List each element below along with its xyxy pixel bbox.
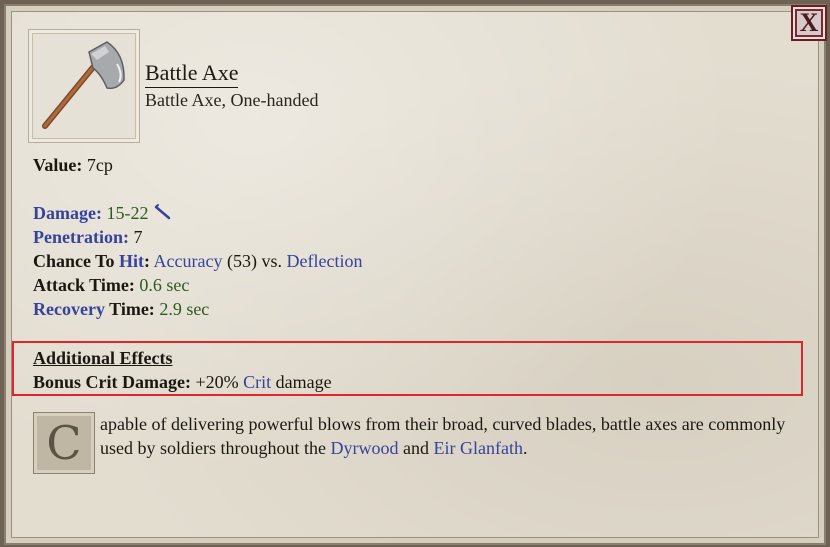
bonus-crit-label: Bonus Crit Damage: bbox=[33, 372, 191, 392]
item-type: Battle Axe, One-handed bbox=[145, 90, 319, 110]
penetration-value: 7 bbox=[133, 227, 143, 247]
battle-axe-icon bbox=[42, 41, 125, 129]
deflection-link[interactable]: Deflection bbox=[287, 251, 363, 271]
recovery-time-value: 2.9 sec bbox=[159, 299, 210, 319]
hit-link[interactable]: Hit bbox=[119, 251, 144, 271]
accuracy-value: (53) bbox=[227, 251, 257, 271]
slash-icon bbox=[154, 204, 171, 220]
item-icon-frame bbox=[28, 29, 140, 143]
eir-glanfath-link[interactable]: Eir Glanfath bbox=[433, 438, 522, 458]
recovery-time-row: Recovery Time: 2.9 sec bbox=[33, 299, 209, 320]
recovery-link[interactable]: Recovery bbox=[33, 299, 105, 319]
close-button[interactable]: X bbox=[791, 5, 827, 41]
damage-row: Damage: 15-22 bbox=[33, 203, 173, 224]
value-row: Value: 7cp bbox=[33, 155, 113, 176]
close-icon: X bbox=[799, 8, 819, 37]
penetration-label[interactable]: Penetration: bbox=[33, 227, 129, 247]
damage-value: 15-22 bbox=[106, 203, 149, 223]
chance-label-colon: : bbox=[144, 251, 151, 271]
value-text: 7cp bbox=[86, 155, 113, 175]
item-description: apable of delivering powerful blows from… bbox=[100, 412, 800, 460]
value-label: Value: bbox=[33, 155, 83, 175]
bonus-crit-row: Bonus Crit Damage: +20% Crit damage bbox=[33, 372, 332, 393]
description-text-3: . bbox=[522, 438, 528, 458]
description-text-2: and bbox=[398, 438, 434, 458]
attack-time-row: Attack Time: 0.6 sec bbox=[33, 275, 189, 296]
additional-effects-title: Additional Effects bbox=[33, 348, 173, 368]
bonus-crit-value: +20% bbox=[195, 372, 239, 392]
attack-time-label: Attack Time: bbox=[33, 275, 135, 295]
crit-link[interactable]: Crit bbox=[243, 372, 271, 392]
chance-to-hit-row: Chance To Hit: Accuracy (53) vs. Deflect… bbox=[33, 251, 362, 272]
attack-time-value: 0.6 sec bbox=[139, 275, 190, 295]
damage-word: damage bbox=[275, 372, 332, 392]
item-name: Battle Axe bbox=[145, 60, 239, 88]
damage-label[interactable]: Damage: bbox=[33, 203, 102, 223]
vs-text: vs. bbox=[261, 251, 283, 271]
dyrwood-link[interactable]: Dyrwood bbox=[330, 438, 398, 458]
penetration-row: Penetration: 7 bbox=[33, 227, 142, 248]
chance-label-pre: Chance To bbox=[33, 251, 120, 271]
drop-cap: C bbox=[33, 412, 95, 474]
recovery-time-label: Time: bbox=[104, 299, 155, 319]
accuracy-link[interactable]: Accuracy bbox=[154, 251, 223, 271]
